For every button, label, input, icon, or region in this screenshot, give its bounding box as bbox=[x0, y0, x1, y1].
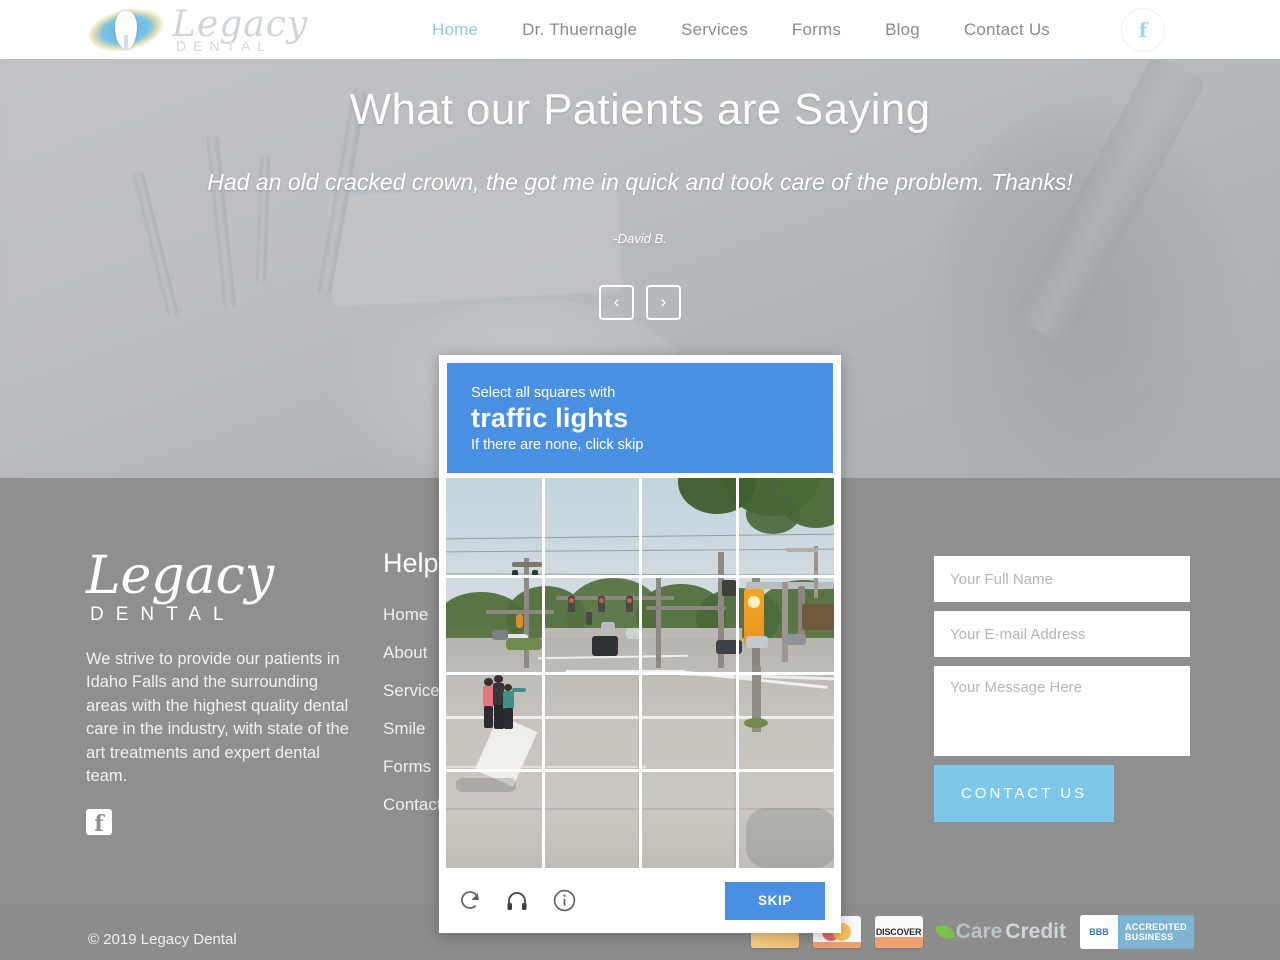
info-icon[interactable] bbox=[549, 886, 579, 916]
captcha-tile-2[interactable] bbox=[642, 478, 736, 575]
captcha-tile-10[interactable] bbox=[642, 675, 736, 769]
captcha-tile-11[interactable] bbox=[739, 675, 834, 769]
nav-item-dr-thuernagle[interactable]: Dr. Thuernagle bbox=[500, 20, 659, 40]
main-nav: Home Dr. Thuernagle Services Forms Blog … bbox=[410, 0, 1072, 59]
contact-us-button[interactable]: CONTACT US bbox=[934, 765, 1114, 822]
nav-item-blog[interactable]: Blog bbox=[863, 20, 942, 40]
testimonial-quote: Had an old cracked crown, the got me in … bbox=[207, 169, 1073, 195]
nav-item-home[interactable]: Home bbox=[410, 20, 500, 40]
logo-text: Legacy DENTAL bbox=[172, 7, 308, 54]
page-root: Legacy DENTAL Home Dr. Thuernagle Servic… bbox=[0, 0, 1280, 960]
captcha-tile-4[interactable] bbox=[446, 578, 542, 672]
bbb-business-text: BUSINESS bbox=[1124, 932, 1174, 942]
nav-item-forms[interactable]: Forms bbox=[770, 20, 863, 40]
captcha-image-grid bbox=[446, 478, 834, 868]
nav-item-contact-us[interactable]: Contact Us bbox=[942, 20, 1072, 40]
reload-icon[interactable] bbox=[455, 886, 485, 916]
captcha-tile-12[interactable] bbox=[446, 772, 542, 868]
footer-logo-script-text: Legacy bbox=[86, 546, 275, 606]
captcha-tile-6[interactable] bbox=[642, 578, 736, 672]
message-textarea[interactable] bbox=[934, 666, 1190, 756]
footer-contact-form: CONTACT US bbox=[934, 556, 1190, 822]
testimonial-author: -David B. bbox=[613, 230, 667, 246]
bbb-badge: BBB ACCREDITED BUSINESS bbox=[1079, 915, 1194, 949]
email-input[interactable] bbox=[934, 611, 1190, 657]
footer-about-text: We strive to provide our patients in Ida… bbox=[86, 650, 349, 786]
discover-badge-label: DISCOVER bbox=[875, 927, 922, 937]
captcha-prompt-header: Select all squares with traffic lights I… bbox=[447, 363, 833, 473]
captcha-tile-1[interactable] bbox=[545, 478, 639, 575]
footer-logo-sub-text: DENTAL bbox=[90, 604, 236, 625]
footer-about-column: Legacy DENTAL We strive to provide our p… bbox=[86, 550, 361, 835]
carecredit-credit-text: Credit bbox=[1005, 920, 1066, 943]
captcha-tile-15[interactable] bbox=[739, 772, 834, 868]
captcha-tile-0[interactable] bbox=[446, 478, 542, 575]
footer-logo: Legacy DENTAL bbox=[86, 550, 361, 626]
captcha-tile-13[interactable] bbox=[545, 772, 639, 868]
tooth-logo-icon bbox=[84, 2, 168, 58]
bbb-accredited-text: ACCREDITED bbox=[1124, 921, 1187, 932]
copyright-text: © 2019 Legacy Dental bbox=[88, 931, 237, 948]
facebook-icon[interactable]: f bbox=[1121, 8, 1165, 52]
captcha-footer: SKIP bbox=[439, 868, 841, 933]
discover-badge: DISCOVER bbox=[874, 916, 923, 948]
site-logo[interactable]: Legacy DENTAL bbox=[84, 2, 307, 58]
captcha-prompt-post: If there are none, click skip bbox=[471, 437, 644, 454]
site-header: Legacy DENTAL Home Dr. Thuernagle Servic… bbox=[0, 0, 1280, 59]
carousel-next-icon[interactable]: › bbox=[646, 284, 681, 320]
captcha-tile-9[interactable] bbox=[545, 675, 639, 769]
hero-title: What our Patients are Saying bbox=[349, 85, 931, 134]
carousel-controls: ‹ › bbox=[0, 284, 1280, 320]
nav-item-services[interactable]: Services bbox=[659, 20, 770, 40]
bbb-logo-text: BBB bbox=[1079, 915, 1118, 949]
captcha-prompt-target: traffic lights bbox=[471, 403, 629, 433]
headphones-icon[interactable] bbox=[502, 886, 532, 916]
leaf-icon bbox=[934, 921, 955, 943]
full-name-input[interactable] bbox=[934, 556, 1190, 602]
captcha-tile-14[interactable] bbox=[642, 772, 736, 868]
captcha-tile-3[interactable] bbox=[739, 478, 834, 575]
captcha-prompt-pre: Select all squares with bbox=[471, 385, 616, 401]
carecredit-care-text: Care bbox=[955, 920, 1003, 943]
skip-button[interactable]: SKIP bbox=[725, 881, 825, 920]
facebook-icon[interactable]: f bbox=[86, 808, 112, 835]
captcha-tile-8[interactable] bbox=[446, 675, 542, 769]
captcha-tile-7[interactable] bbox=[739, 578, 834, 672]
carousel-prev-icon[interactable]: ‹ bbox=[599, 284, 634, 320]
carecredit-badge: Care Credit bbox=[934, 920, 1066, 944]
captcha-tile-5[interactable] bbox=[545, 578, 639, 672]
